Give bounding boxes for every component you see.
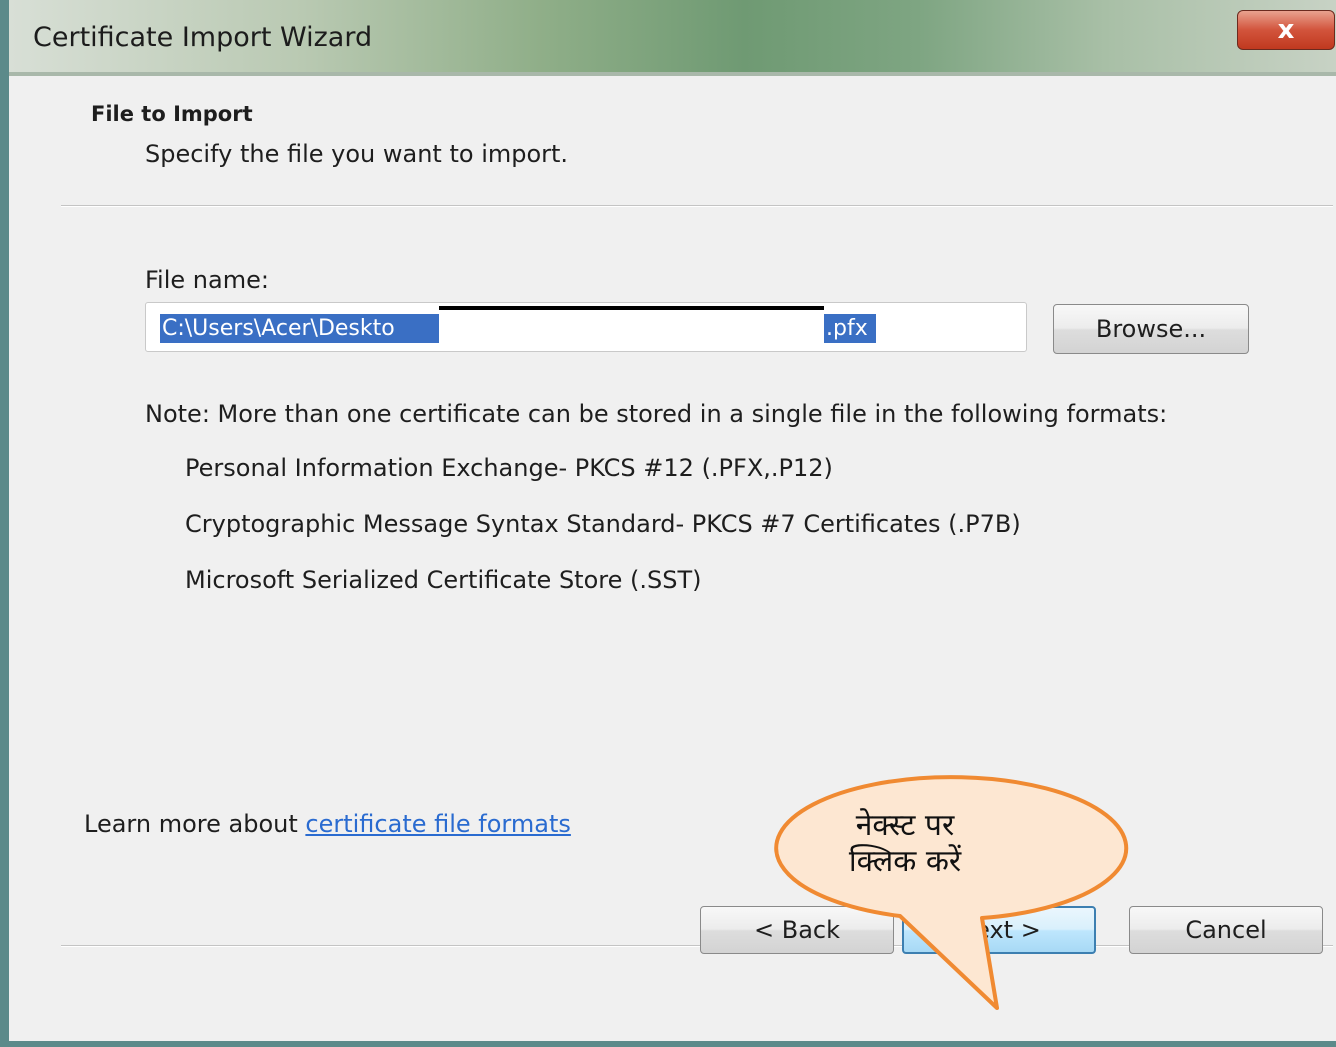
- next-button[interactable]: Next >: [902, 906, 1096, 954]
- page-title: File to Import: [91, 102, 253, 126]
- file-path-selected-end: .pfx: [824, 314, 876, 343]
- back-button[interactable]: < Back: [700, 906, 894, 954]
- certificate-import-wizard-window: Certificate Import Wizard x File to Impo…: [0, 0, 1336, 1047]
- file-path-selected-start: C:\Users\Acer\Deskto: [160, 314, 439, 343]
- file-name-label: File name:: [145, 266, 269, 294]
- format-item-pfx: Personal Information Exchange- PKCS #12 …: [185, 454, 833, 482]
- close-button[interactable]: x: [1237, 10, 1335, 50]
- format-item-p7b: Cryptographic Message Syntax Standard- P…: [185, 510, 1021, 538]
- callout-text: नेक्स्ट पर क्लिक करें: [848, 808, 962, 879]
- close-icon: x: [1277, 15, 1295, 45]
- title-bar[interactable]: Certificate Import Wizard x: [9, 0, 1336, 76]
- cancel-button[interactable]: Cancel: [1129, 906, 1323, 954]
- formats-note: Note: More than one certificate can be s…: [145, 400, 1168, 428]
- header-divider: [61, 205, 1333, 207]
- learn-more-prefix: Learn more about: [84, 810, 306, 838]
- certificate-file-formats-link[interactable]: certificate file formats: [305, 810, 571, 838]
- learn-more-text: Learn more about certificate file format…: [84, 810, 571, 838]
- window-title: Certificate Import Wizard: [33, 22, 373, 53]
- format-item-sst: Microsoft Serialized Certificate Store (…: [185, 566, 702, 594]
- wizard-page: File to Import Specify the file you want…: [18, 76, 1336, 1041]
- browse-button[interactable]: Browse...: [1053, 304, 1249, 354]
- page-subtitle: Specify the file you want to import.: [145, 140, 569, 168]
- redaction-box: [439, 306, 824, 343]
- file-name-input[interactable]: C:\Users\Acer\Deskto .pfx: [145, 302, 1027, 352]
